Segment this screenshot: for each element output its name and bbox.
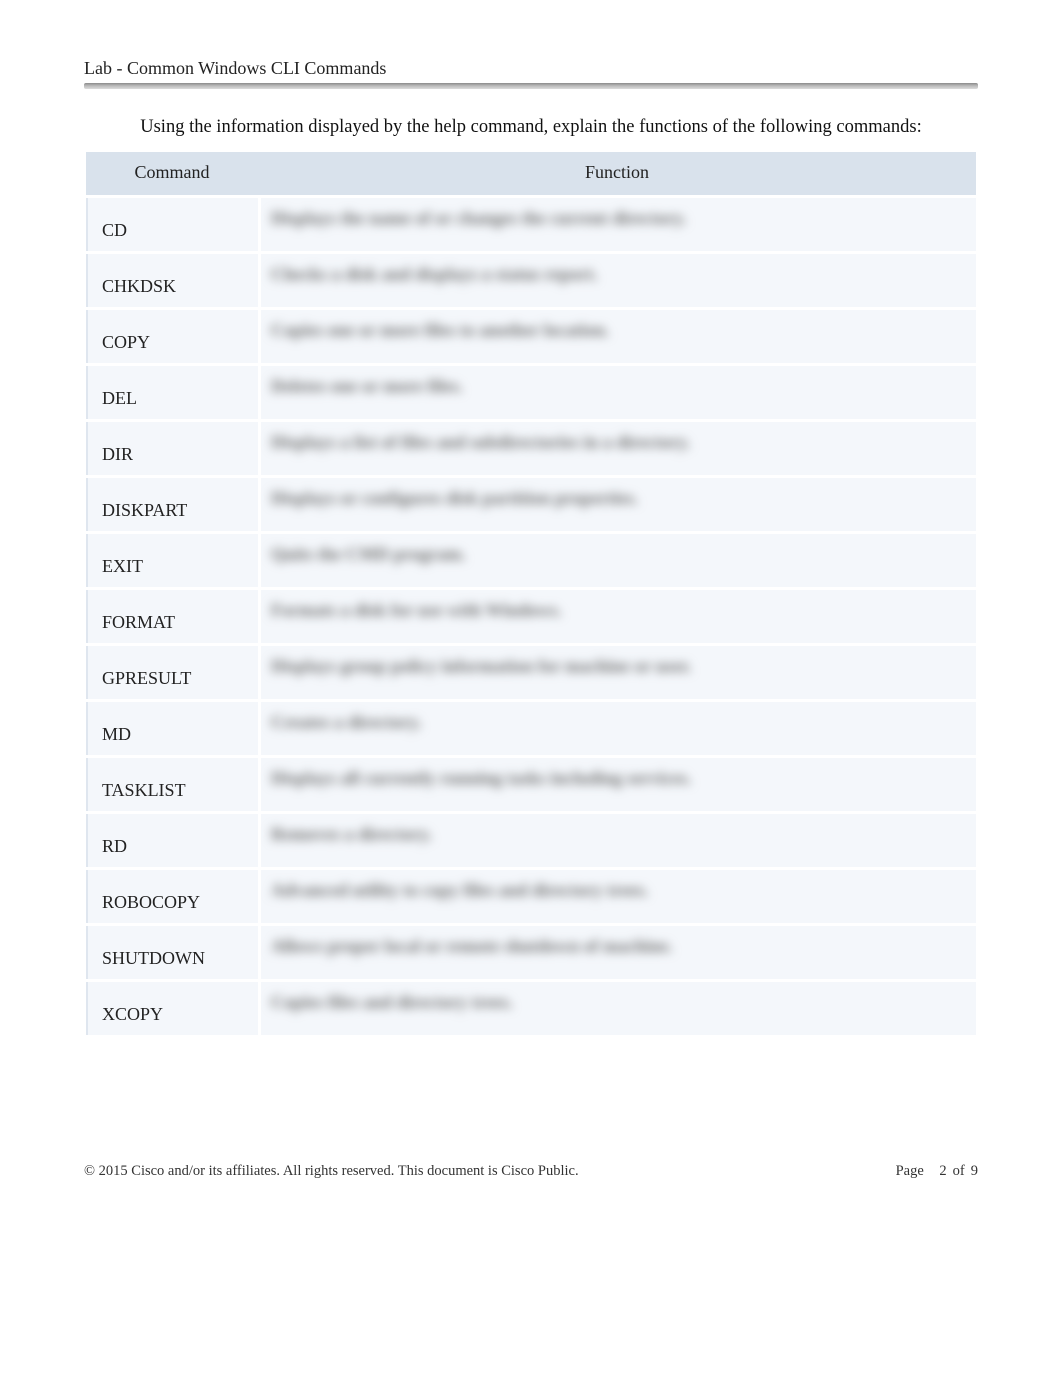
cell-function: Removes a directory.: [258, 814, 976, 867]
footer-page-of: of: [953, 1163, 965, 1180]
table-row: MD Creates a directory.: [86, 699, 976, 755]
cell-command: DEL: [86, 366, 258, 419]
table-row: GPRESULT Displays group policy informatio…: [86, 643, 976, 699]
table-body: CD Displays the name of or changes the cu…: [86, 195, 976, 1035]
page-footer: © 2015 Cisco and/or its affiliates. All …: [84, 1163, 978, 1180]
table-row: DISKPART Displays or configures disk part…: [86, 475, 976, 531]
blurred-function-text: Checks a disk and displays a status repo…: [271, 264, 598, 286]
table-row: CHKDSK Checks a disk and displays a statu…: [86, 251, 976, 307]
table-header-row: Command Function: [86, 152, 976, 195]
blurred-function-text: Displays the name of or changes the curr…: [271, 208, 686, 230]
cell-function: Allows proper local or remote shutdown o…: [258, 926, 976, 979]
commands-table: Command Function CD Displays the name of …: [86, 152, 976, 1035]
table-row: ROBOCOPY Advanced utility to copy files a…: [86, 867, 976, 923]
table-row: EXIT Quits the CMD program.: [86, 531, 976, 587]
table-row: XCOPY Copies files and directory trees.: [86, 979, 976, 1035]
cell-command: ROBOCOPY: [86, 870, 258, 923]
blurred-function-text: Copies one or more files to another loca…: [271, 320, 609, 342]
cell-function: Displays group policy information for ma…: [258, 646, 976, 699]
blurred-function-text: Creates a directory.: [271, 712, 422, 734]
intro-text: Using the information displayed by the h…: [84, 117, 978, 138]
blurred-function-text: Removes a directory.: [271, 824, 432, 846]
blurred-function-text: Displays group policy information for ma…: [271, 656, 691, 678]
cell-command: CHKDSK: [86, 254, 258, 307]
footer-page-info: Page 2 of 9: [896, 1163, 978, 1180]
cell-function: Formats a disk for use with Windows.: [258, 590, 976, 643]
cell-function: Quits the CMD program.: [258, 534, 976, 587]
cell-command: MD: [86, 702, 258, 755]
blurred-function-text: Deletes one or more files.: [271, 376, 463, 398]
cell-command: DIR: [86, 422, 258, 475]
blurred-function-text: Displays a list of files and subdirector…: [271, 432, 690, 454]
table-row: CD Displays the name of or changes the cu…: [86, 195, 976, 251]
footer-page-total: 9: [971, 1163, 978, 1180]
cell-command: FORMAT: [86, 590, 258, 643]
cell-function: Copies files and directory trees.: [258, 982, 976, 1035]
table-row: COPY Copies one or more files to another …: [86, 307, 976, 363]
cell-function: Deletes one or more files.: [258, 366, 976, 419]
cell-command: TASKLIST: [86, 758, 258, 811]
table-row: DEL Deletes one or more files.: [86, 363, 976, 419]
blurred-function-text: Copies files and directory trees.: [271, 992, 513, 1014]
document-page: Lab - Common Windows CLI Commands Using …: [0, 0, 1062, 1376]
cell-command: EXIT: [86, 534, 258, 587]
cell-function: Copies one or more files to another loca…: [258, 310, 976, 363]
blurred-function-text: Displays or configures disk partition pr…: [271, 488, 638, 510]
cell-command: COPY: [86, 310, 258, 363]
cell-command: DISKPART: [86, 478, 258, 531]
cell-function: Displays all currently running tasks inc…: [258, 758, 976, 811]
cell-command: XCOPY: [86, 982, 258, 1035]
cell-command: CD: [86, 198, 258, 251]
header-divider: [84, 83, 978, 89]
cell-function: Creates a directory.: [258, 702, 976, 755]
page-header-title: Lab - Common Windows CLI Commands: [84, 58, 978, 79]
blurred-function-text: Formats a disk for use with Windows.: [271, 600, 562, 622]
blurred-function-text: Advanced utility to copy files and direc…: [271, 880, 648, 902]
footer-copyright: © 2015 Cisco and/or its affiliates. All …: [84, 1163, 579, 1180]
cell-function: Displays or configures disk partition pr…: [258, 478, 976, 531]
table-row: TASKLIST Displays all currently running t…: [86, 755, 976, 811]
blurred-function-text: Quits the CMD program.: [271, 544, 466, 566]
table-row: RD Removes a directory.: [86, 811, 976, 867]
blurred-function-text: Displays all currently running tasks inc…: [271, 768, 691, 790]
cell-function: Advanced utility to copy files and direc…: [258, 870, 976, 923]
header-command: Command: [86, 152, 258, 195]
footer-page-label: Page: [896, 1163, 924, 1180]
footer-page-current: 2: [939, 1163, 946, 1180]
blurred-function-text: Allows proper local or remote shutdown o…: [271, 936, 673, 958]
table-row: FORMAT Formats a disk for use with Window…: [86, 587, 976, 643]
cell-function: Displays the name of or changes the curr…: [258, 198, 976, 251]
cell-function: Displays a list of files and subdirector…: [258, 422, 976, 475]
cell-command: RD: [86, 814, 258, 867]
table-row: DIR Displays a list of files and subdirec…: [86, 419, 976, 475]
table-row: SHUTDOWN Allows proper local or remote sh…: [86, 923, 976, 979]
cell-function: Checks a disk and displays a status repo…: [258, 254, 976, 307]
cell-command: SHUTDOWN: [86, 926, 258, 979]
cell-command: GPRESULT: [86, 646, 258, 699]
header-function: Function: [258, 152, 976, 195]
